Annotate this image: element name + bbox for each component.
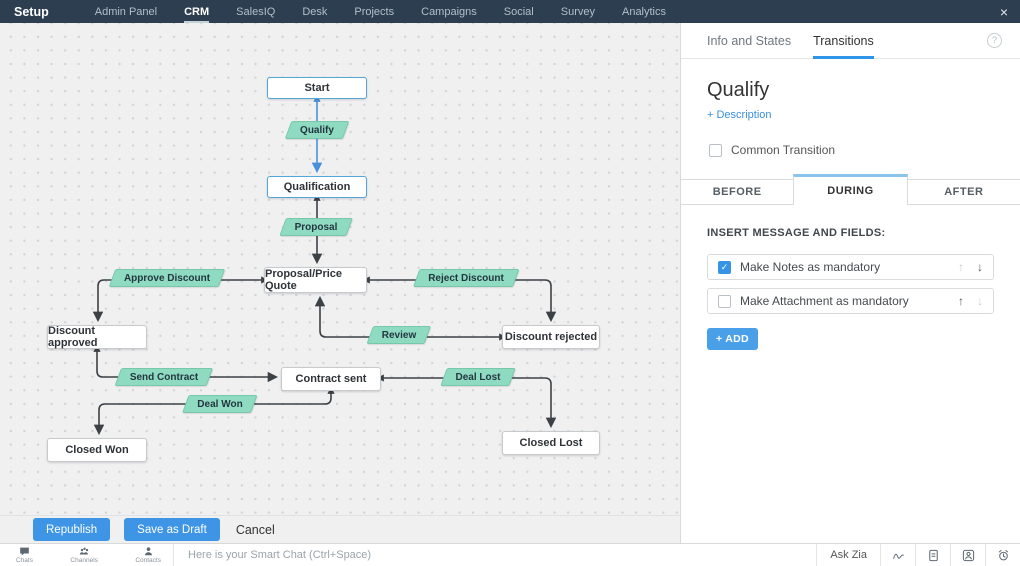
common-transition-label: Common Transition <box>731 143 835 157</box>
transition-send-contract[interactable]: Send Contract <box>118 368 210 386</box>
channels-icon <box>79 546 90 557</box>
chat-right-tools: Ask Zia <box>816 544 1020 566</box>
state-discount-rejected[interactable]: Discount rejected <box>502 325 600 349</box>
state-start[interactable]: Start <box>267 77 367 99</box>
insert-message-header: INSERT MESSAGE AND FIELDS: <box>707 227 1020 239</box>
republish-button[interactable]: Republish <box>33 518 110 541</box>
row-arrows: ↑↓ <box>958 294 983 308</box>
move-up-icon[interactable]: ↑ <box>958 260 964 274</box>
field-row-label: Make Notes as mandatory <box>740 260 880 274</box>
top-nav: Setup Admin Panel CRM SalesIQ Desk Projects C… <box>0 0 1020 23</box>
contacts-icon <box>143 546 154 557</box>
transition-label: Approve Discount <box>124 273 210 284</box>
nav-item-campaigns[interactable]: Campaigns <box>421 0 477 23</box>
nav-item-analytics[interactable]: Analytics <box>622 0 666 23</box>
nav-item-survey[interactable]: Survey <box>561 0 595 23</box>
move-down-icon[interactable]: ↓ <box>977 260 983 274</box>
chat-tool-label: Chats <box>16 557 33 564</box>
nav-item-admin-panel[interactable]: Admin Panel <box>95 0 157 23</box>
transition-label: Review <box>382 330 416 341</box>
phase-tabs: BEFOREDURINGAFTER <box>681 174 1020 205</box>
transition-reject-discount[interactable]: Reject Discount <box>416 269 516 287</box>
chat-tool-chats[interactable]: Chats <box>16 546 33 564</box>
chat-tools: Chats Channels Contacts <box>0 544 173 566</box>
nav-item-social[interactable]: Social <box>504 0 534 23</box>
field-row-make-attachment-as-mandatory: Make Attachment as mandatory↑↓ <box>707 288 994 314</box>
transition-label: Deal Won <box>197 399 242 410</box>
common-transition-row: Common Transition <box>709 143 1020 157</box>
transition-approve-discount[interactable]: Approve Discount <box>112 269 222 287</box>
nav-items: Admin Panel CRM SalesIQ Desk Projects Campaig… <box>95 0 666 23</box>
chat-tool-label: Channels <box>70 557 97 564</box>
smart-chat-bar: Chats Channels Contacts Ask Zia <box>0 543 1020 566</box>
state-qualification[interactable]: Qualification <box>267 176 367 198</box>
checkbox-make-notes-as-mandatory[interactable]: ✓ <box>718 261 731 274</box>
phase-tab-before[interactable]: BEFORE <box>681 179 793 205</box>
row-arrows: ↑↓ <box>958 260 983 274</box>
save-as-draft-button[interactable]: Save as Draft <box>124 518 220 541</box>
document-icon[interactable] <box>915 544 950 566</box>
ask-zia-button[interactable]: Ask Zia <box>816 544 880 566</box>
setup-brand: Setup <box>14 5 49 19</box>
transition-proposal[interactable]: Proposal <box>283 218 350 236</box>
state-contract-sent[interactable]: Contract sent <box>281 367 381 391</box>
nav-item-crm[interactable]: CRM <box>184 0 209 23</box>
transition-label: Deal Lost <box>455 372 500 383</box>
add-description-link[interactable]: + Description <box>707 109 772 121</box>
nav-item-projects[interactable]: Projects <box>354 0 394 23</box>
chat-tool-label: Contacts <box>135 557 161 564</box>
state-discount-approved[interactable]: Discount approved <box>47 325 147 349</box>
chat-icon <box>19 546 30 557</box>
profile-icon[interactable] <box>950 544 985 566</box>
checkbox-make-attachment-as-mandatory[interactable] <box>718 295 731 308</box>
cancel-button[interactable]: Cancel <box>236 523 275 537</box>
blueprint-canvas[interactable]: Start Qualification Proposal/Price Quote Di… <box>0 23 680 515</box>
field-row-make-notes-as-mandatory: ✓Make Notes as mandatory↑↓ <box>707 254 994 280</box>
nav-item-salesiq[interactable]: SalesIQ <box>236 0 275 23</box>
transition-title: Qualify <box>707 79 1020 102</box>
phase-tab-during[interactable]: DURING <box>793 174 907 205</box>
field-row-label: Make Attachment as mandatory <box>740 294 909 308</box>
add-button[interactable]: + ADD <box>707 328 758 350</box>
move-down-icon[interactable]: ↓ <box>977 294 983 308</box>
chat-tool-channels[interactable]: Channels <box>70 546 97 564</box>
transition-review[interactable]: Review <box>370 326 428 344</box>
state-closed-won[interactable]: Closed Won <box>47 438 147 462</box>
phase-tab-after[interactable]: AFTER <box>908 179 1020 205</box>
transition-deal-lost[interactable]: Deal Lost <box>443 368 512 386</box>
help-icon[interactable]: ? <box>987 33 1002 48</box>
transition-label: Proposal <box>295 222 338 233</box>
move-up-icon[interactable]: ↑ <box>958 294 964 308</box>
mandatory-rows: ✓Make Notes as mandatory↑↓Make Attachmen… <box>707 254 994 314</box>
transition-qualify[interactable]: Qualify <box>288 121 346 139</box>
transition-label: Reject Discount <box>428 273 504 284</box>
close-icon[interactable]: × <box>1000 5 1008 19</box>
panel-tabs: Info and States Transitions? <box>681 23 1020 59</box>
common-transition-checkbox[interactable] <box>709 144 722 157</box>
state-closed-lost[interactable]: Closed Lost <box>502 431 600 455</box>
transition-panel: Info and States Transitions? Qualify + De… <box>680 23 1020 543</box>
zia-icon[interactable] <box>880 544 915 566</box>
transition-deal-won[interactable]: Deal Won <box>185 395 254 413</box>
nav-item-desk[interactable]: Desk <box>302 0 327 23</box>
transition-label: Send Contract <box>130 372 198 383</box>
state-proposal-price-quote[interactable]: Proposal/Price Quote <box>264 267 367 293</box>
tab-transitions[interactable]: Transitions <box>813 23 874 58</box>
action-bar: Republish Save as Draft Cancel <box>0 515 680 543</box>
tab-info-and-states[interactable]: Info and States <box>707 23 791 58</box>
transition-label: Qualify <box>300 125 334 136</box>
chat-input-wrap <box>173 544 816 566</box>
chat-tool-contacts[interactable]: Contacts <box>135 546 161 564</box>
alarm-icon[interactable] <box>985 544 1020 566</box>
smart-chat-input[interactable] <box>188 549 816 561</box>
